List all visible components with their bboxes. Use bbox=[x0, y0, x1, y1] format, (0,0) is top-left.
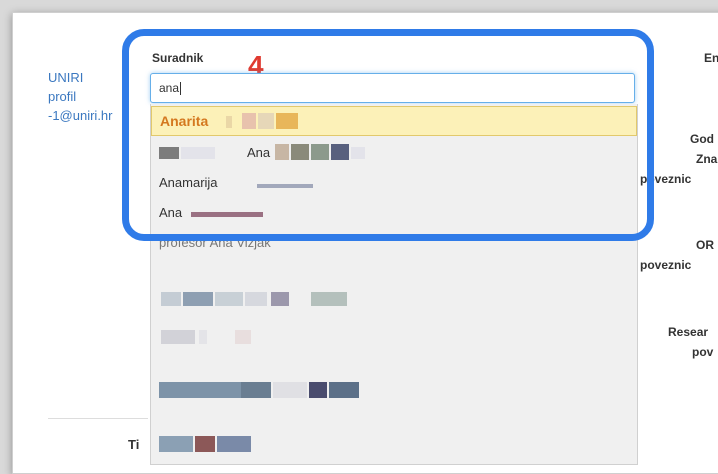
redacted-block bbox=[311, 144, 329, 160]
dropdown-option[interactable] bbox=[151, 322, 637, 352]
section-divider bbox=[48, 418, 148, 419]
option-label: Ana bbox=[247, 145, 271, 160]
dropdown-option[interactable]: Ana bbox=[151, 138, 637, 168]
profile-info: UNIRI profil -1@uniri.hr bbox=[48, 68, 113, 125]
redacted-block bbox=[309, 382, 327, 398]
bottom-section-label: Ti bbox=[128, 437, 140, 452]
right-label-1: En bbox=[704, 51, 718, 65]
redacted-block bbox=[159, 147, 179, 159]
redacted-block bbox=[329, 382, 359, 398]
right-label-7: Resear bbox=[668, 325, 709, 339]
profile-email[interactable]: -1@uniri.hr bbox=[48, 106, 113, 125]
redacted-block bbox=[291, 144, 309, 160]
redacted-block bbox=[351, 147, 365, 159]
redacted-block bbox=[161, 330, 195, 344]
profile-link[interactable]: profil bbox=[48, 87, 113, 106]
redacted-block bbox=[159, 382, 241, 398]
dropdown-option[interactable]: Ana bbox=[151, 198, 637, 228]
redacted-block bbox=[331, 144, 349, 160]
dropdown-option[interactable] bbox=[151, 284, 637, 314]
right-column: En God Zna poveznic OR poveznic Resear p… bbox=[640, 0, 718, 448]
redacted-block bbox=[276, 113, 298, 129]
option-label: profesor Ana Vizjak bbox=[159, 235, 271, 250]
redacted-block bbox=[199, 330, 207, 344]
right-label-2: God bbox=[690, 132, 714, 146]
dropdown-option[interactable]: Anamarija bbox=[151, 168, 637, 198]
redacted-block bbox=[257, 184, 313, 188]
redacted-block bbox=[241, 382, 271, 398]
redacted-block bbox=[242, 113, 256, 129]
profile-org[interactable]: UNIRI bbox=[48, 68, 113, 87]
dropdown-option[interactable]: profesor Ana Vizjak bbox=[151, 228, 637, 258]
right-label-5: OR bbox=[696, 238, 714, 252]
redacted-block bbox=[245, 292, 267, 306]
right-label-3: Zna bbox=[696, 152, 718, 166]
redacted-block bbox=[275, 144, 289, 160]
option-label: Ana bbox=[159, 205, 183, 220]
redacted-block bbox=[159, 436, 193, 452]
redacted-block bbox=[258, 113, 274, 129]
option-label: Anarita bbox=[160, 113, 209, 129]
search-value: ana bbox=[159, 81, 180, 95]
right-label-4: poveznic bbox=[640, 172, 692, 186]
redacted-block bbox=[181, 147, 215, 159]
redacted-block bbox=[191, 212, 263, 217]
redacted-block bbox=[217, 436, 251, 452]
dropdown-option[interactable] bbox=[151, 376, 637, 406]
dropdown-option[interactable] bbox=[151, 430, 637, 460]
collaborator-label: Suradnik bbox=[152, 51, 204, 65]
right-label-8: pov bbox=[692, 345, 714, 359]
redacted-block bbox=[235, 330, 251, 344]
collaborator-search-input[interactable]: ana bbox=[150, 73, 635, 103]
redacted-block bbox=[273, 382, 307, 398]
redacted-block bbox=[226, 116, 232, 128]
redacted-block bbox=[271, 292, 289, 306]
dropdown-option[interactable]: Anarita bbox=[151, 106, 637, 136]
redacted-block bbox=[215, 292, 243, 306]
redacted-block bbox=[311, 292, 347, 306]
right-label-6: poveznic bbox=[640, 258, 692, 272]
autocomplete-dropdown[interactable]: Anarita Ana Anamarija Ana profesor Ana V… bbox=[150, 104, 638, 465]
redacted-block bbox=[195, 436, 215, 452]
text-caret bbox=[180, 82, 182, 96]
redacted-block bbox=[183, 292, 213, 306]
redacted-block bbox=[161, 292, 181, 306]
option-label: Anamarija bbox=[159, 175, 218, 190]
